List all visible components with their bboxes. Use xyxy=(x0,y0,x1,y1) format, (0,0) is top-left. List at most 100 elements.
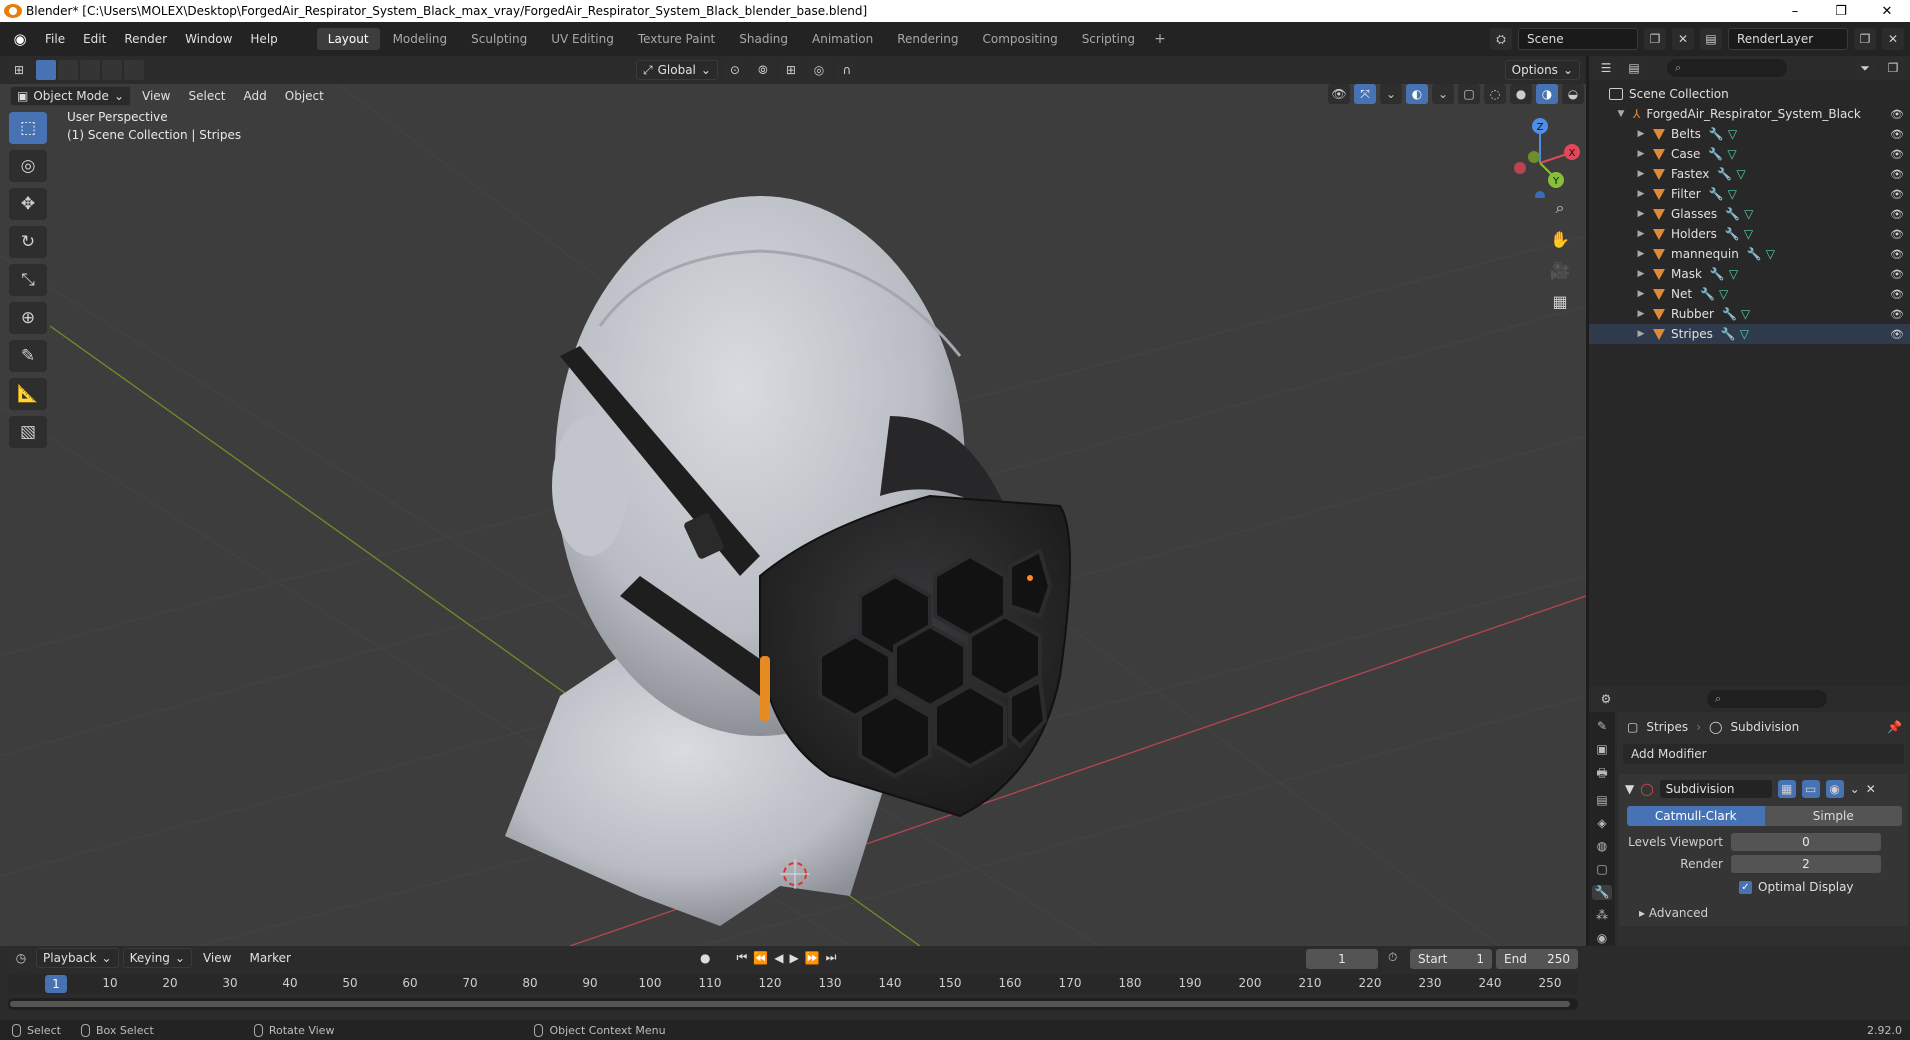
mesh-data-icon[interactable]: ▽ xyxy=(1740,327,1749,341)
mesh-data-icon[interactable]: ▽ xyxy=(1728,127,1737,141)
playhead-frame-indicator[interactable]: 1 xyxy=(45,975,67,993)
chevron-down-icon[interactable]: ⌄ xyxy=(1850,782,1860,796)
record-icon[interactable]: ● xyxy=(700,951,710,965)
menu-render[interactable]: Render xyxy=(115,32,176,46)
levels-viewport-field[interactable]: 0 xyxy=(1731,833,1881,851)
outliner-editor-type-icon[interactable]: ☰ xyxy=(1595,57,1617,79)
blender-menu-icon[interactable]: ◉ xyxy=(10,29,30,49)
navigation-gizmo[interactable]: Z X Y xyxy=(1500,108,1580,198)
view-layer-browse-icon[interactable]: ▤ xyxy=(1700,28,1722,50)
wrench-modifier-icon[interactable]: 🔧 xyxy=(1725,207,1740,221)
output-tab-icon[interactable]: 🖶 xyxy=(1592,764,1612,784)
move-tool-icon[interactable]: ✥ xyxy=(9,188,47,220)
select-subtract-toggle[interactable] xyxy=(102,60,122,80)
playback-menu[interactable]: Playback ⌄ xyxy=(36,948,119,968)
options-dropdown[interactable]: Options ⌄ xyxy=(1504,60,1580,80)
delete-scene-icon[interactable]: ✕ xyxy=(1672,28,1694,50)
solid-shading-icon[interactable]: ● xyxy=(1510,84,1532,104)
render-toggle-icon[interactable]: ◉ xyxy=(1825,780,1844,798)
pan-hand-icon[interactable]: ✋ xyxy=(1546,227,1574,251)
collapse-arrow-icon[interactable]: ▼ xyxy=(1625,782,1634,796)
proportional-edit-icon[interactable]: ◎ xyxy=(807,59,830,81)
tab-texture-paint[interactable]: Texture Paint xyxy=(627,28,726,50)
outliner-object-row[interactable]: ▶ Filter 🔧 ▽ 👁 xyxy=(1589,184,1910,204)
select-tool-toggle[interactable] xyxy=(36,60,56,80)
render-levels-field[interactable]: 2 xyxy=(1731,855,1881,873)
timeline-marker-menu[interactable]: Marker xyxy=(242,951,297,965)
eye-icon[interactable]: 👁 xyxy=(1890,308,1904,321)
snap-icon[interactable]: ⦾ xyxy=(751,59,774,81)
transform-tool-icon[interactable]: ⊕ xyxy=(9,302,47,334)
visibility-icon[interactable]: 👁 xyxy=(1328,84,1350,104)
new-collection-icon[interactable]: ❐ xyxy=(1882,57,1904,79)
outliner-object-row[interactable]: ▶ mannequin 🔧 ▽ 👁 xyxy=(1589,244,1910,264)
editor-type-icon[interactable]: ⊞ xyxy=(8,59,30,81)
timeline-scrollbar[interactable] xyxy=(8,998,1578,1010)
tab-shading[interactable]: Shading xyxy=(728,28,799,50)
advanced-subpanel[interactable]: ▸ Advanced xyxy=(1619,906,1908,920)
measure-tool-icon[interactable]: 📐 xyxy=(9,378,47,410)
outliner-object-row[interactable]: ▶ Belts 🔧 ▽ 👁 xyxy=(1589,124,1910,144)
display-mode-icon[interactable]: ▤ xyxy=(1623,57,1645,79)
physics-tab-icon[interactable]: ◉ xyxy=(1592,931,1612,946)
wrench-modifier-icon[interactable]: 🔧 xyxy=(1722,307,1737,321)
view-layer-tab-icon[interactable]: ▤ xyxy=(1592,792,1612,807)
zoom-icon[interactable]: ⌕ xyxy=(1546,196,1574,220)
viewport-menu-object[interactable]: Object xyxy=(278,89,331,103)
wrench-modifier-icon[interactable]: 🔧 xyxy=(1717,167,1732,181)
pin-icon[interactable]: 📌 xyxy=(1887,720,1910,734)
modifier-name-field[interactable]: Subdivision xyxy=(1659,780,1772,798)
pivot-point-icon[interactable]: ⊙ xyxy=(723,59,746,81)
new-view-layer-icon[interactable]: ❐ xyxy=(1854,28,1876,50)
outliner-object-row[interactable]: ▶ Rubber 🔧 ▽ 👁 xyxy=(1589,304,1910,324)
close-button[interactable]: ✕ xyxy=(1864,4,1910,19)
viewport-scene[interactable] xyxy=(0,56,1586,946)
tab-rendering[interactable]: Rendering xyxy=(886,28,969,50)
remove-modifier-icon[interactable]: ✕ xyxy=(1866,782,1876,796)
expand-right-icon[interactable]: ▶ xyxy=(1635,309,1647,319)
outliner-object-row[interactable]: ▶ Stripes 🔧 ▽ 👁 xyxy=(1589,324,1910,344)
timeline-view-menu[interactable]: View xyxy=(196,951,238,965)
mesh-data-icon[interactable]: ▽ xyxy=(1727,147,1736,161)
maximize-button[interactable]: ❐ xyxy=(1818,4,1864,19)
tool-tab-icon[interactable]: ✎ xyxy=(1592,718,1612,733)
wrench-modifier-icon[interactable]: 🔧 xyxy=(1709,127,1724,141)
tab-uv-editing[interactable]: UV Editing xyxy=(540,28,625,50)
expand-right-icon[interactable]: ▶ xyxy=(1635,209,1647,219)
eye-icon[interactable]: 👁 xyxy=(1890,248,1904,261)
outliner-object-row[interactable]: ▶ Glasses 🔧 ▽ 👁 xyxy=(1589,204,1910,224)
add-cube-tool-icon[interactable]: ▧ xyxy=(9,416,47,448)
material-shading-icon[interactable]: ◑ xyxy=(1536,84,1558,104)
eye-icon[interactable]: 👁 xyxy=(1890,128,1904,141)
select-new-toggle[interactable] xyxy=(58,60,78,80)
eye-icon[interactable]: 👁 xyxy=(1890,328,1904,341)
jump-keyframe-forward-icon[interactable]: ⏩ xyxy=(805,951,820,965)
end-frame-field[interactable]: End 250 xyxy=(1496,949,1578,969)
expand-right-icon[interactable]: ▶ xyxy=(1635,189,1647,199)
rotate-tool-icon[interactable]: ↻ xyxy=(9,226,47,258)
tab-compositing[interactable]: Compositing xyxy=(971,28,1068,50)
mesh-data-icon[interactable]: ▽ xyxy=(1744,227,1753,241)
outliner-object-row[interactable]: ▶ Case 🔧 ▽ 👁 xyxy=(1589,144,1910,164)
mesh-data-icon[interactable]: ▽ xyxy=(1736,167,1745,181)
tab-scripting[interactable]: Scripting xyxy=(1071,28,1146,50)
wrench-modifier-icon[interactable]: 🔧 xyxy=(1747,247,1762,261)
eye-icon[interactable]: 👁 xyxy=(1890,288,1904,301)
outliner-collection-row[interactable]: ▼ ⅄ ForgedAir_Respirator_System_Black 👁 xyxy=(1589,104,1910,124)
optimal-display-checkbox[interactable]: ✓ xyxy=(1739,880,1752,894)
tab-modeling[interactable]: Modeling xyxy=(382,28,459,50)
expand-right-icon[interactable]: ▶ xyxy=(1635,229,1647,239)
jump-end-icon[interactable]: ⏭ xyxy=(826,950,837,965)
select-intersect-toggle[interactable] xyxy=(124,60,144,80)
select-extend-toggle[interactable] xyxy=(80,60,100,80)
chevron-down-icon[interactable]: ⌄ xyxy=(1380,84,1402,104)
falloff-icon[interactable]: ∩ xyxy=(835,59,858,81)
eye-icon[interactable]: 👁 xyxy=(1890,168,1904,181)
play-icon[interactable]: ▶ xyxy=(789,951,798,965)
expand-right-icon[interactable]: ▶ xyxy=(1635,249,1647,259)
transform-orientation-dropdown[interactable]: ⤢ Global ⌄ xyxy=(636,60,718,80)
menu-window[interactable]: Window xyxy=(176,32,241,46)
outliner-search-input[interactable]: ⌕ xyxy=(1667,59,1787,77)
viewport-menu-add[interactable]: Add xyxy=(237,89,274,103)
mesh-data-icon[interactable]: ▽ xyxy=(1766,247,1775,261)
